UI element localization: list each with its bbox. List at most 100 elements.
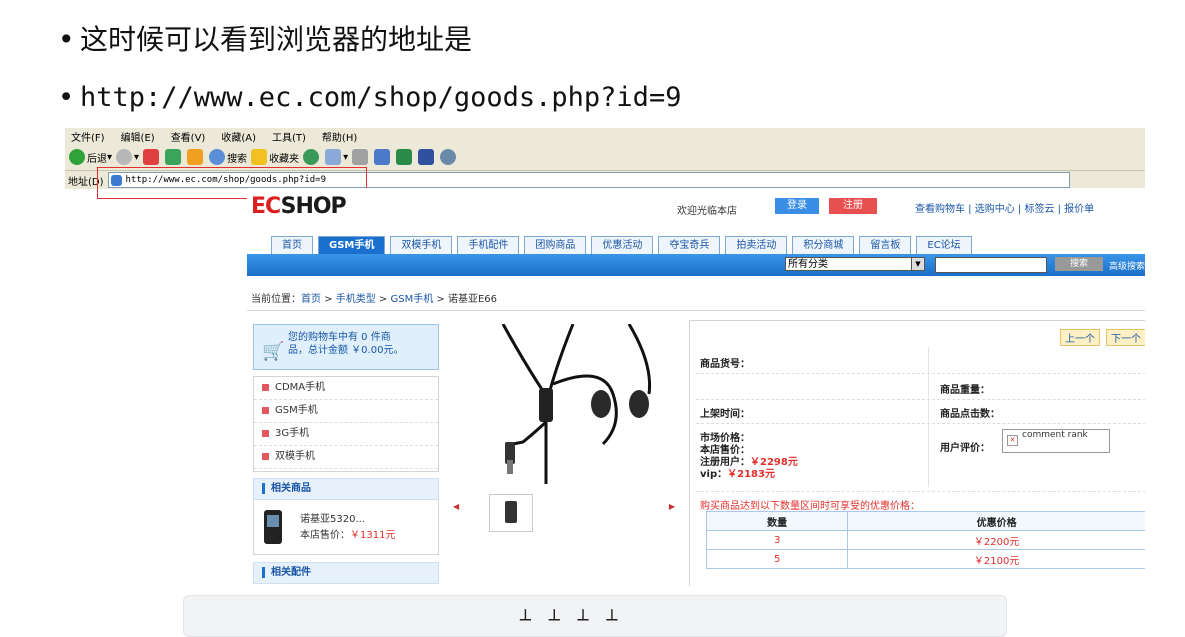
category-select[interactable]: 所有分类 ▼: [785, 257, 925, 271]
prev-button[interactable]: 上一个: [1060, 329, 1100, 346]
mail-button[interactable]: ▾: [325, 147, 348, 167]
register-button[interactable]: 注册: [829, 198, 877, 214]
column-divider: [928, 347, 929, 487]
price-value: ￥1311元: [350, 530, 396, 541]
nav-group-buy[interactable]: 团购商品: [524, 236, 587, 255]
arrow-left-icon[interactable]: ◀: [453, 502, 459, 511]
table-cell: ￥2200元: [847, 530, 1145, 550]
vip-price: vip：￥2183元: [700, 465, 775, 480]
stop-button[interactable]: [143, 147, 161, 167]
header-bar-icon: [262, 566, 265, 578]
accessories-header: 相关配件: [253, 562, 439, 584]
breadcrumb-category[interactable]: GSM手机: [391, 294, 434, 305]
thumbnail-row: ◀ ▶: [451, 494, 677, 534]
menu-tools[interactable]: 工具(T): [272, 129, 306, 144]
discuss-button[interactable]: [396, 147, 414, 167]
comment-rank-alt: comment rank: [1022, 430, 1088, 440]
product-image-headset[interactable]: [453, 324, 675, 484]
back-label: 后退: [87, 153, 107, 165]
sn-label: 商品货号：: [700, 359, 750, 370]
advanced-search-link[interactable]: 高级搜索: [1109, 259, 1145, 272]
category-label: CDMA手机: [275, 382, 326, 393]
menu-view[interactable]: 查看(V): [171, 129, 206, 144]
login-button[interactable]: 登录: [775, 198, 819, 214]
next-button[interactable]: 下一个: [1106, 329, 1145, 346]
nav-guestbook[interactable]: 留言板: [859, 236, 912, 255]
nav-points[interactable]: 积分商城: [792, 236, 855, 255]
forward-button[interactable]: ▾: [116, 147, 139, 167]
related-item[interactable]: 诺基亚5320... 本店售价：￥1311元: [253, 500, 439, 555]
phone-thumbnail[interactable]: [264, 510, 282, 544]
nav-dual[interactable]: 双模手机: [390, 236, 453, 255]
refresh-button[interactable]: [165, 147, 183, 167]
table-cell: 3: [705, 530, 849, 550]
nav-auction[interactable]: 拍卖活动: [725, 236, 788, 255]
menu-edit[interactable]: 编辑(E): [121, 129, 155, 144]
clicks-label: 商品点击数：: [940, 409, 1000, 420]
search-icon: [209, 149, 226, 165]
mail-icon: [325, 149, 342, 165]
logo[interactable]: ECSHOP: [251, 194, 347, 219]
breadcrumb-home[interactable]: 首页: [301, 294, 321, 305]
menu-file[interactable]: 文件(F): [71, 129, 105, 144]
nav-snatch[interactable]: 夺宝奇兵: [658, 236, 721, 255]
category-item[interactable]: CDMA手机: [254, 377, 438, 400]
welcome-text: 欢迎光临本店: [677, 206, 737, 217]
home-button[interactable]: [187, 147, 205, 167]
search-submit-button[interactable]: 搜索: [1055, 257, 1103, 271]
row-divider: [696, 373, 1145, 375]
promo-text: 购买商品达到以下数量区间时可享受的优惠价格：: [700, 501, 920, 512]
nav-home[interactable]: 首页: [271, 236, 313, 255]
bullet-icon: [262, 452, 269, 460]
cart-line-1: 您的购物车中有 0 件商: [288, 332, 391, 343]
vip-price-value: ￥2183元: [727, 469, 775, 480]
research-button[interactable]: [440, 147, 458, 167]
print-icon: [352, 149, 369, 165]
favorites-label: 收藏夹: [269, 153, 300, 165]
menu-help[interactable]: 帮助(H): [322, 129, 357, 144]
stop-icon: [143, 149, 160, 165]
category-item[interactable]: 双模手机: [254, 446, 438, 469]
table-row: 数量 优惠价格: [705, 511, 1145, 531]
print-button[interactable]: [352, 147, 370, 167]
search-label: 搜索: [227, 153, 248, 165]
forward-arrow-icon: [116, 149, 133, 165]
bullet-line-2: • http://www.ec.com/shop/goods.php?id=9: [58, 80, 681, 116]
nav-accessories[interactable]: 手机配件: [457, 236, 520, 255]
menu-favorites[interactable]: 收藏(A): [221, 129, 256, 144]
table-header: 优惠价格: [847, 511, 1145, 531]
category-item[interactable]: 3G手机: [254, 423, 438, 446]
logo-ec: EC: [251, 194, 282, 219]
search-input[interactable]: [935, 257, 1047, 273]
nav-gsm[interactable]: GSM手机: [318, 236, 386, 255]
edit-button[interactable]: [374, 147, 392, 167]
related-item-name[interactable]: 诺基亚5320...: [300, 510, 365, 525]
arrow-right-icon[interactable]: ▶: [669, 502, 675, 511]
search-button[interactable]: 搜索: [209, 147, 247, 167]
messenger-button[interactable]: [418, 147, 436, 167]
menu-bar: 文件(F) 编辑(E) 查看(V) 收藏(A) 工具(T) 帮助(H): [65, 128, 1145, 144]
bullet-text-1: 这时候可以看到浏览器的地址是: [80, 23, 473, 56]
accessories-title: 相关配件: [271, 567, 311, 578]
back-button[interactable]: 后退 ▾: [69, 147, 112, 167]
related-goods-header: 相关商品: [253, 478, 439, 500]
breadcrumb-type[interactable]: 手机类型: [336, 294, 376, 305]
category-label: GSM手机: [275, 405, 318, 416]
thumbnail[interactable]: [489, 494, 533, 532]
cart-summary[interactable]: 🛒 您的购物车中有 0 件商 品，总计金额 ￥0.00元。: [253, 324, 439, 370]
browser-screenshot: 文件(F) 编辑(E) 查看(V) 收藏(A) 工具(T) 帮助(H) 后退 ▾…: [65, 128, 1145, 586]
top-links[interactable]: 查看购物车 | 选购中心 | 标签云 | 报价单: [915, 200, 1094, 215]
favorites-button[interactable]: 收藏夹: [251, 147, 299, 167]
product-gallery: ◀ ▶: [451, 324, 677, 586]
vip-price-label: vip：: [700, 469, 728, 480]
category-item[interactable]: GSM手机: [254, 400, 438, 423]
rating-label: 用户评价：: [940, 443, 990, 454]
history-button[interactable]: [303, 147, 321, 167]
nav-forum[interactable]: EC论坛: [916, 236, 972, 255]
nav-promotions[interactable]: 优惠活动: [591, 236, 654, 255]
main-nav: 首页 GSM手机 双模手机 手机配件 团购商品 优惠活动 夺宝奇兵 拍卖活动 积…: [271, 236, 977, 255]
added-label: 上架时间：: [700, 409, 750, 420]
category-label: 3G手机: [275, 428, 310, 439]
messenger-icon: [418, 149, 435, 165]
category-list: CDMA手机 GSM手机 3G手机 双模手机: [253, 376, 439, 472]
